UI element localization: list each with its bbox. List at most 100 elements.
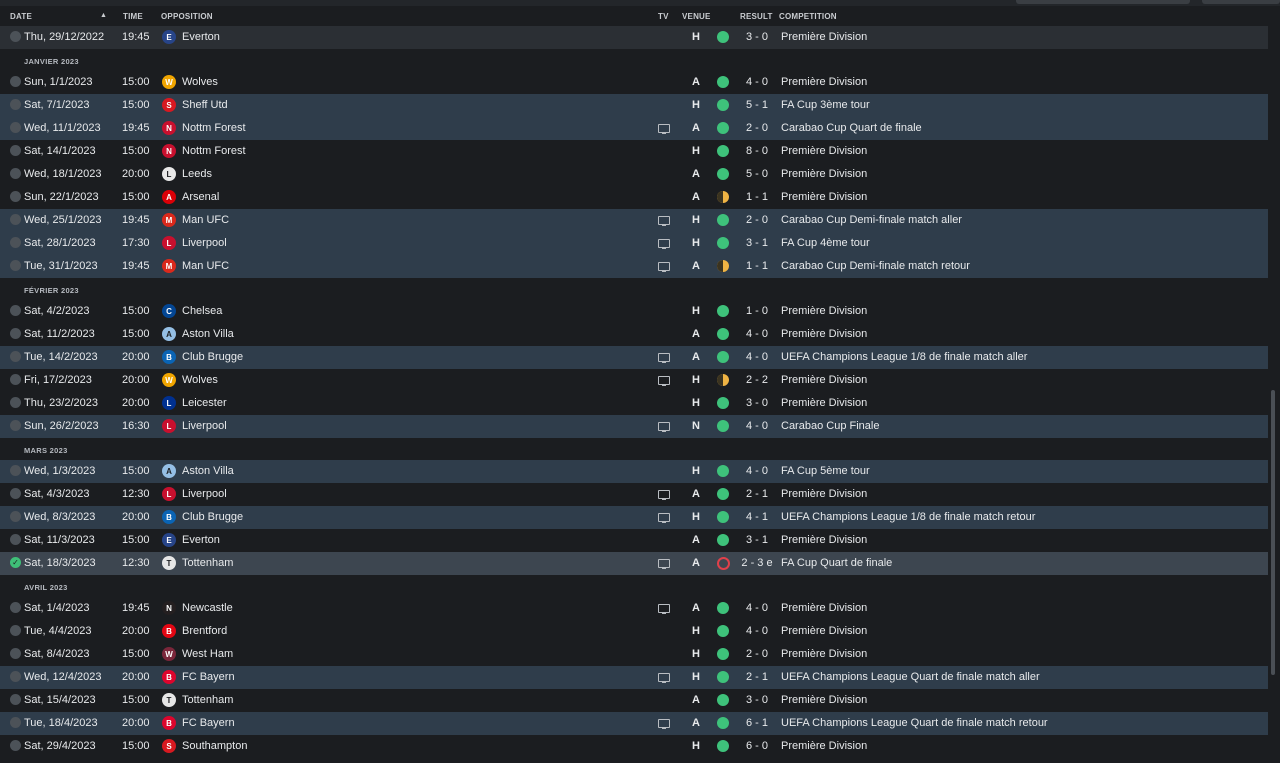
competition-name[interactable]: Première Division	[781, 740, 867, 752]
match-result[interactable]: 2 - 1	[740, 488, 774, 500]
checkmark-icon[interactable]	[10, 717, 21, 728]
opposition-name[interactable]: Liverpool	[182, 420, 227, 432]
match-result[interactable]: 4 - 0	[740, 465, 774, 477]
checkmark-icon[interactable]	[10, 191, 21, 202]
match-result[interactable]: 2 - 1	[740, 671, 774, 683]
fixture-row[interactable]: Sat, 14/1/2023 15:00 N Nottm Forest H 8 - 0 Pr…	[0, 140, 1268, 163]
fixture-row[interactable]: Sun, 22/1/2023 15:00 A Arsenal A 1 - 1 Premièr…	[0, 186, 1268, 209]
checkmark-icon[interactable]	[10, 374, 21, 385]
column-header-date[interactable]: DATE	[10, 12, 32, 21]
fixture-row[interactable]: Sat, 1/4/2023 19:45 N Newcastle A 4 - 0 Premiè…	[0, 597, 1268, 620]
checkmark-icon[interactable]	[10, 122, 21, 133]
opposition-name[interactable]: Liverpool	[182, 488, 227, 500]
competition-name[interactable]: Première Division	[781, 397, 867, 409]
competition-name[interactable]: Carabao Cup Demi-finale match aller	[781, 214, 962, 226]
opposition-name[interactable]: West Ham	[182, 648, 233, 660]
fixture-row[interactable]: Sat, 11/3/2023 15:00 E Everton A 3 - 1 Premièr…	[0, 529, 1268, 552]
opposition-name[interactable]: Brentford	[182, 625, 227, 637]
checkmark-icon[interactable]	[10, 511, 21, 522]
fixture-row[interactable]: Thu, 23/2/2023 20:00 L Leicester H 3 - 0 Premi…	[0, 392, 1268, 415]
fixture-row[interactable]: Tue, 31/1/2023 19:45 M Man UFC A 1 - 1 Carabao…	[0, 255, 1268, 278]
competition-name[interactable]: Première Division	[781, 648, 867, 660]
checkmark-icon[interactable]	[10, 168, 21, 179]
opposition-name[interactable]: Man UFC	[182, 214, 229, 226]
opposition-name[interactable]: Tottenham	[182, 557, 233, 569]
opposition-name[interactable]: Liverpool	[182, 237, 227, 249]
match-result[interactable]: 2 - 0	[740, 122, 774, 134]
opposition-name[interactable]: Everton	[182, 31, 220, 43]
competition-name[interactable]: Carabao Cup Quart de finale	[781, 122, 922, 134]
checkmark-icon[interactable]: ✓	[10, 557, 21, 568]
competition-name[interactable]: Première Division	[781, 328, 867, 340]
fixture-row[interactable]: Sat, 4/2/2023 15:00 C Chelsea H 1 - 0 Première…	[0, 300, 1268, 323]
competition-name[interactable]: Première Division	[781, 191, 867, 203]
checkmark-icon[interactable]	[10, 397, 21, 408]
competition-name[interactable]: FA Cup 3ème tour	[781, 99, 870, 111]
fixture-row[interactable]: Sat, 11/2/2023 15:00 A Aston Villa A 4 - 0 Pre…	[0, 323, 1268, 346]
column-header-tv[interactable]: TV	[658, 12, 669, 21]
opposition-name[interactable]: Leeds	[182, 168, 212, 180]
fixture-row[interactable]: Wed, 8/3/2023 20:00 B Club Brugge H 4 - 1 UEFA…	[0, 506, 1268, 529]
competition-name[interactable]: FA Cup Quart de finale	[781, 557, 892, 569]
fixture-row[interactable]: Sat, 4/3/2023 12:30 L Liverpool A 2 - 1 Premiè…	[0, 483, 1268, 506]
match-result[interactable]: 2 - 0	[740, 648, 774, 660]
checkmark-icon[interactable]	[10, 420, 21, 431]
fixture-row[interactable]: Sat, 29/4/2023 15:00 S Southampton H 6 - 0 Pre…	[0, 735, 1268, 758]
competition-name[interactable]: Première Division	[781, 488, 867, 500]
opposition-name[interactable]: Tottenham	[182, 694, 233, 706]
checkmark-icon[interactable]	[10, 602, 21, 613]
match-result[interactable]: 2 - 2	[740, 374, 774, 386]
match-result[interactable]: 3 - 0	[740, 694, 774, 706]
checkmark-icon[interactable]	[10, 76, 21, 87]
competition-name[interactable]: FA Cup 4ème tour	[781, 237, 870, 249]
competition-name[interactable]: Première Division	[781, 145, 867, 157]
column-header-opposition[interactable]: OPPOSITION	[161, 12, 213, 21]
opposition-name[interactable]: Everton	[182, 534, 220, 546]
opposition-name[interactable]: Wolves	[182, 76, 218, 88]
checkmark-icon[interactable]	[10, 328, 21, 339]
fixture-row[interactable]: Wed, 12/4/2023 20:00 B FC Bayern H 2 - 1 UEFA …	[0, 666, 1268, 689]
competition-name[interactable]: UEFA Champions League 1/8 de finale matc…	[781, 351, 1027, 363]
competition-name[interactable]: Carabao Cup Finale	[781, 420, 879, 432]
fixture-row[interactable]: Tue, 14/2/2023 20:00 B Club Brugge A 4 - 0 UEF…	[0, 346, 1268, 369]
fixture-row[interactable]: Fri, 17/2/2023 20:00 W Wolves H 2 - 2 Première…	[0, 369, 1268, 392]
fixture-row[interactable]: ✓ Sat, 18/3/2023 12:30 T Tottenham A 2 - 3 e FA…	[0, 552, 1268, 575]
match-result[interactable]: 2 - 3 e	[740, 557, 774, 569]
match-result[interactable]: 5 - 1	[740, 99, 774, 111]
opposition-name[interactable]: Club Brugge	[182, 351, 243, 363]
checkmark-icon[interactable]	[10, 99, 21, 110]
match-result[interactable]: 4 - 1	[740, 511, 774, 523]
match-result[interactable]: 4 - 0	[740, 625, 774, 637]
fixture-row[interactable]: Wed, 25/1/2023 19:45 M Man UFC H 2 - 0 Carabao…	[0, 209, 1268, 232]
toolbar-button-edge[interactable]	[1202, 0, 1280, 4]
fixture-row[interactable]: Sun, 1/1/2023 15:00 W Wolves A 4 - 0 Première …	[0, 71, 1268, 94]
competition-name[interactable]: UEFA Champions League 1/8 de finale matc…	[781, 511, 1035, 523]
fixture-row[interactable]: Thu, 29/12/2022 19:45 E Everton H 3 - 0 Premiè…	[0, 26, 1268, 49]
fixture-row[interactable]: Sat, 7/1/2023 15:00 S Sheff Utd H 5 - 1 FA Cup…	[0, 94, 1268, 117]
checkmark-icon[interactable]	[10, 237, 21, 248]
opposition-name[interactable]: Sheff Utd	[182, 99, 228, 111]
checkmark-icon[interactable]	[10, 648, 21, 659]
checkmark-icon[interactable]	[10, 694, 21, 705]
fixture-row[interactable]: Wed, 11/1/2023 19:45 N Nottm Forest A 2 - 0 Ca…	[0, 117, 1268, 140]
competition-name[interactable]: Première Division	[781, 168, 867, 180]
match-result[interactable]: 1 - 1	[740, 260, 774, 272]
opposition-name[interactable]: Chelsea	[182, 305, 222, 317]
toolbar-button-edge[interactable]	[1016, 0, 1190, 4]
competition-name[interactable]: Première Division	[781, 625, 867, 637]
match-result[interactable]: 3 - 0	[740, 397, 774, 409]
match-result[interactable]: 3 - 1	[740, 534, 774, 546]
column-header-result[interactable]: RESULT	[740, 12, 773, 21]
column-header-time[interactable]: TIME	[123, 12, 143, 21]
opposition-name[interactable]: Club Brugge	[182, 511, 243, 523]
competition-name[interactable]: Première Division	[781, 602, 867, 614]
competition-name[interactable]: Première Division	[781, 305, 867, 317]
fixture-row[interactable]: Tue, 4/4/2023 20:00 B Brentford H 4 - 0 Premiè…	[0, 620, 1268, 643]
competition-name[interactable]: UEFA Champions League Quart de finale ma…	[781, 717, 1048, 729]
opposition-name[interactable]: Southampton	[182, 740, 247, 752]
competition-name[interactable]: UEFA Champions League Quart de finale ma…	[781, 671, 1040, 683]
column-header-competition[interactable]: COMPETITION	[779, 12, 837, 21]
match-result[interactable]: 4 - 0	[740, 351, 774, 363]
sort-ascending-icon[interactable]: ▲	[100, 12, 107, 19]
opposition-name[interactable]: FC Bayern	[182, 671, 235, 683]
